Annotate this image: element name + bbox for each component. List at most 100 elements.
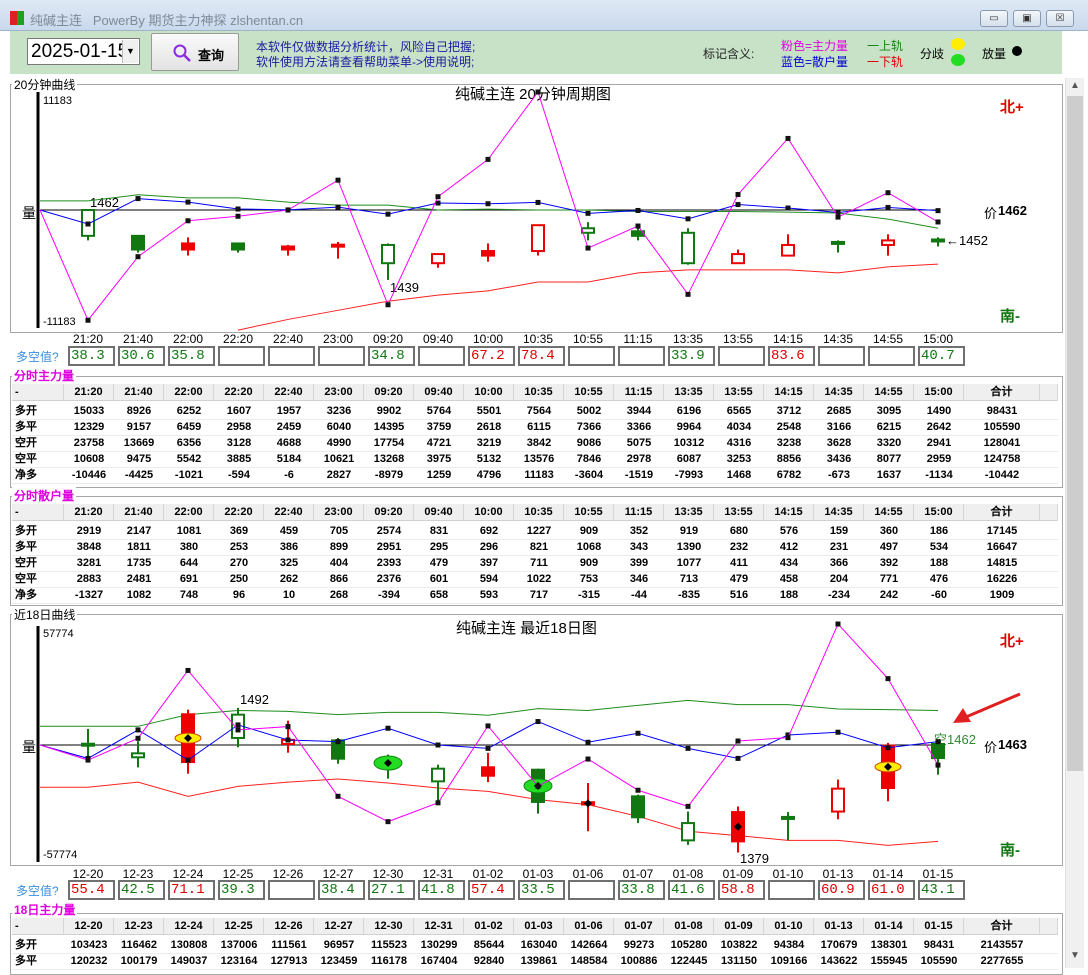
retail-net-line-point	[835, 729, 841, 735]
main-net-line-point	[635, 787, 641, 793]
main-net-line-point	[735, 738, 741, 744]
column-header: 01-07	[614, 918, 664, 935]
main-net-line-point	[535, 783, 541, 789]
retail-net-line-point	[185, 757, 191, 763]
main-net-line-point	[185, 667, 191, 673]
retail-net-line-point	[235, 722, 241, 728]
retail-net-line-point	[885, 745, 891, 751]
table-cell: 2277655	[980, 955, 1024, 967]
candle-body	[131, 752, 145, 759]
candle-body	[481, 766, 495, 777]
row-divider	[12, 969, 1058, 970]
bull-bear-value: 33.8	[618, 880, 665, 900]
table-cell: 116462	[120, 939, 158, 951]
column-header: 01-13	[814, 918, 864, 935]
time-label: 01-13	[822, 867, 854, 881]
time-label: 12-26	[272, 867, 304, 881]
retail-net-line-point	[335, 739, 341, 745]
candle-body	[831, 787, 845, 813]
column-header: -	[12, 918, 64, 935]
arrow-icon	[965, 692, 1021, 719]
column-header	[1040, 918, 1058, 935]
main-net-line-point	[885, 676, 891, 682]
bull-bear-value: 39.3	[218, 880, 265, 900]
column-header: 01-15	[914, 918, 964, 935]
main-net-line-point	[835, 621, 841, 627]
time-label: 01-02	[472, 867, 504, 881]
retail-net-line-point	[435, 742, 441, 748]
bull-bear-value: 57.4	[468, 880, 515, 900]
column-header: 01-02	[464, 918, 514, 935]
table-cell: 111561	[271, 939, 307, 951]
chart-18day	[36, 621, 1021, 862]
lower-band-line	[40, 778, 939, 846]
main-net-line-point	[85, 757, 91, 763]
main-net-line-point	[385, 819, 391, 825]
time-label: 01-14	[872, 867, 904, 881]
table-cell: 163040	[520, 939, 558, 951]
column-header: 01-14	[864, 918, 914, 935]
time-label: 01-03	[522, 867, 554, 881]
time-label: 12-31	[422, 867, 454, 881]
bull-bear-value: 42.5	[118, 880, 165, 900]
bull-bear-value: 38.4	[318, 880, 365, 900]
table-cell: 123164	[220, 955, 258, 967]
table-cell: 155945	[870, 955, 908, 967]
time-label: 12-20	[72, 867, 104, 881]
row-label: 多平	[15, 955, 37, 967]
column-header: 01-06	[564, 918, 614, 935]
main-net-line-point	[935, 762, 941, 768]
table-cell: 123459	[320, 955, 358, 967]
main-net-line-point	[235, 727, 241, 733]
table-cell: 94384	[773, 939, 805, 951]
table-cell: 170679	[820, 939, 858, 951]
main-net-line-point	[685, 803, 691, 809]
table-cell: 148584	[570, 955, 608, 967]
main-net-line-point	[585, 756, 591, 762]
main-net-line-point	[435, 800, 441, 806]
table-cell: 99273	[623, 939, 655, 951]
scroll-up-icon[interactable]: ▲	[1066, 80, 1084, 96]
table-cell: 116178	[370, 955, 408, 967]
retail-net-line-point	[485, 745, 491, 751]
table-cell: 137006	[220, 939, 258, 951]
time-label: 12-23	[122, 867, 154, 881]
bull-bear-value	[768, 880, 815, 900]
bull-bear-label: 多空值?	[16, 884, 59, 898]
vertical-scrollbar[interactable]: ▲ ▼	[1065, 78, 1084, 968]
column-header: 12-31	[414, 918, 464, 935]
bull-bear-value: 58.8	[718, 880, 765, 900]
bull-bear-value: 43.1	[918, 880, 965, 900]
retail-net-line-point	[935, 739, 941, 745]
column-header: 12-24	[164, 918, 214, 935]
table-cell: 2143557	[980, 939, 1024, 951]
bull-bear-value: 27.1	[368, 880, 415, 900]
table-cell: 85644	[473, 939, 505, 951]
time-label: 01-15	[922, 867, 954, 881]
bull-bear-value: 61.0	[868, 880, 915, 900]
column-header: 01-03	[514, 918, 564, 935]
main-net-line-point	[485, 723, 491, 729]
bull-bear-value: 33.5	[518, 880, 565, 900]
table-cell: 105280	[670, 939, 708, 951]
candle-body	[631, 795, 645, 819]
table-cell: 103822	[720, 939, 758, 951]
retail-net-line-point	[535, 719, 541, 725]
bull-bear-value: 41.6	[668, 880, 715, 900]
column-header: 12-20	[64, 918, 114, 935]
table-cell: 138301	[870, 939, 908, 951]
column-header: 12-25	[214, 918, 264, 935]
column-header: 合计	[964, 918, 1040, 935]
retail-net-line-point	[385, 725, 391, 731]
table-cell: 131150	[720, 955, 758, 967]
bull-bear-value: 71.1	[168, 880, 215, 900]
main-net-line-point	[285, 724, 291, 730]
table-cell: 127913	[270, 955, 308, 967]
scroll-down-icon[interactable]: ▼	[1066, 950, 1084, 966]
main-net-line-point	[135, 735, 141, 741]
time-label: 12-27	[322, 867, 354, 881]
scrollbar-thumb[interactable]	[1067, 96, 1083, 771]
column-header: 12-27	[314, 918, 364, 935]
table-cell: 139861	[520, 955, 558, 967]
table-cell: 167404	[420, 955, 458, 967]
